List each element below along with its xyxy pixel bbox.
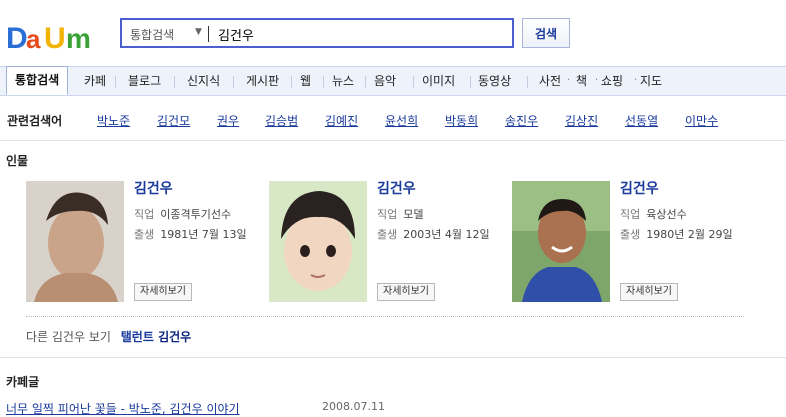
person-name-link[interactable]: 김건우: [620, 178, 659, 198]
related-search-link[interactable]: 박노준: [97, 112, 130, 129]
person-birth-row: 출생 1981년 7월 13일: [134, 226, 247, 242]
tab-image[interactable]: 이미지: [414, 67, 463, 95]
person-card: 김건우 직업 이종격투기선수 출생 1981년 7월 13일 자세히보기: [26, 176, 266, 306]
search-button[interactable]: 검색: [522, 18, 570, 48]
search-category-select[interactable]: 통합검색: [130, 26, 174, 43]
other-people-label: 다른 김건우 보기: [26, 330, 111, 344]
person-job-label: 직업: [134, 208, 155, 221]
person-birth: 2003년 4월 12일: [403, 228, 490, 241]
related-search-link[interactable]: 윤선희: [385, 112, 418, 129]
tab-dictionary[interactable]: 사전: [531, 67, 569, 95]
header: D a U m 통합검색 ▼ 검색: [0, 0, 786, 64]
tab-divider: [115, 76, 116, 88]
tab-blog[interactable]: 블로그: [120, 67, 169, 95]
person-birth-row: 출생 2003년 4월 12일: [377, 226, 490, 242]
person-birth-label: 출생: [134, 228, 155, 241]
related-search-link[interactable]: 김예진: [325, 112, 358, 129]
people-section-title: 인물: [6, 154, 29, 168]
related-search-link[interactable]: 선동열: [625, 112, 658, 129]
person-birth: 1981년 7월 13일: [160, 228, 247, 241]
person-job: 이종격투기선수: [160, 208, 232, 221]
person-photo[interactable]: [512, 181, 610, 302]
svg-text:m: m: [66, 23, 91, 52]
person-birth-row: 출생 1980년 2월 29일: [620, 226, 733, 242]
tab-video[interactable]: 동영상: [470, 67, 519, 95]
cafe-section-title: 카페글: [6, 375, 40, 389]
cafe-post-date: 2008.07.11: [322, 400, 385, 413]
divider: [0, 357, 786, 358]
person-card: 김건우 직업 모델 출생 2003년 4월 12일 자세히보기: [269, 176, 509, 306]
cafe-post-link[interactable]: 너무 일찍 피어난 꽃들 - 박노준, 김건우 이야기: [6, 400, 240, 417]
tab-news[interactable]: 뉴스: [324, 67, 362, 95]
person-birth-label: 출생: [620, 228, 641, 241]
tab-book[interactable]: 책: [568, 67, 595, 95]
tab-music[interactable]: 음악: [366, 67, 404, 95]
tab-cafe[interactable]: 카페: [76, 67, 114, 95]
related-searches-title: 관련검색어: [7, 114, 63, 128]
svg-text:a: a: [26, 24, 41, 52]
other-person-name: 김건우: [158, 330, 192, 344]
person-card: 김건우 직업 육상선수 출생 1980년 2월 29일 자세히보기: [512, 176, 752, 306]
tab-web[interactable]: 웹: [292, 67, 319, 95]
other-people: 다른 김건우 보기 탤런트 김건우: [26, 328, 191, 345]
detail-button[interactable]: 자세히보기: [134, 283, 192, 301]
daum-logo[interactable]: D a U m: [6, 18, 106, 52]
person-job-label: 직업: [620, 208, 641, 221]
related-searches: 관련검색어 박노준 김건모 권우 김승범 김예진 윤선희 박동희 송진우 김상진…: [0, 96, 786, 141]
tab-shopping[interactable]: 쇼핑: [593, 67, 631, 95]
chevron-down-icon[interactable]: ▼: [195, 27, 202, 37]
person-photo[interactable]: [26, 181, 124, 302]
person-job-row: 직업 이종격투기선수: [134, 206, 231, 222]
tab-divider: [174, 76, 175, 88]
person-name-link[interactable]: 김건우: [134, 178, 173, 198]
related-search-link[interactable]: 김승범: [265, 112, 298, 129]
person-job: 모델: [403, 208, 424, 221]
person-name-link[interactable]: 김건우: [377, 178, 416, 198]
search-input[interactable]: [218, 24, 498, 44]
person-photo[interactable]: [269, 181, 367, 302]
tab-divider: [233, 76, 234, 88]
divider: [26, 316, 744, 317]
other-person-link[interactable]: 탤런트 김건우: [121, 330, 191, 344]
related-search-link[interactable]: 김건모: [157, 112, 190, 129]
related-search-link[interactable]: 박동희: [445, 112, 478, 129]
other-person-prefix: 탤런트: [120, 330, 154, 344]
person-birth: 1980년 2월 29일: [646, 228, 733, 241]
search-divider: [208, 26, 209, 42]
detail-button[interactable]: 자세히보기: [377, 283, 435, 301]
tab-knowledge[interactable]: 신지식: [179, 67, 228, 95]
related-search-link[interactable]: 권우: [217, 112, 239, 129]
person-job-label: 직업: [377, 208, 398, 221]
detail-button[interactable]: 자세히보기: [620, 283, 678, 301]
svg-text:U: U: [44, 22, 66, 52]
related-search-link[interactable]: 송진우: [505, 112, 538, 129]
person-job-row: 직업 육상선수: [620, 206, 687, 222]
search-tabs: 통합검색 카페 블로그 신지식 게시판 웹 뉴스 음악 이미지 동영상 사전 ·…: [0, 66, 786, 96]
person-birth-label: 출생: [377, 228, 398, 241]
tab-board[interactable]: 게시판: [238, 67, 287, 95]
person-job-row: 직업 모델: [377, 206, 424, 222]
tab-integrated[interactable]: 통합검색: [6, 66, 69, 95]
related-search-link[interactable]: 이만수: [685, 112, 718, 129]
search-box: 통합검색 ▼: [120, 18, 514, 48]
svg-text:D: D: [6, 22, 28, 52]
person-job: 육상선수: [646, 208, 687, 221]
related-search-link[interactable]: 김상진: [565, 112, 598, 129]
tab-map[interactable]: 지도: [632, 67, 670, 95]
tab-divider: [527, 76, 528, 88]
